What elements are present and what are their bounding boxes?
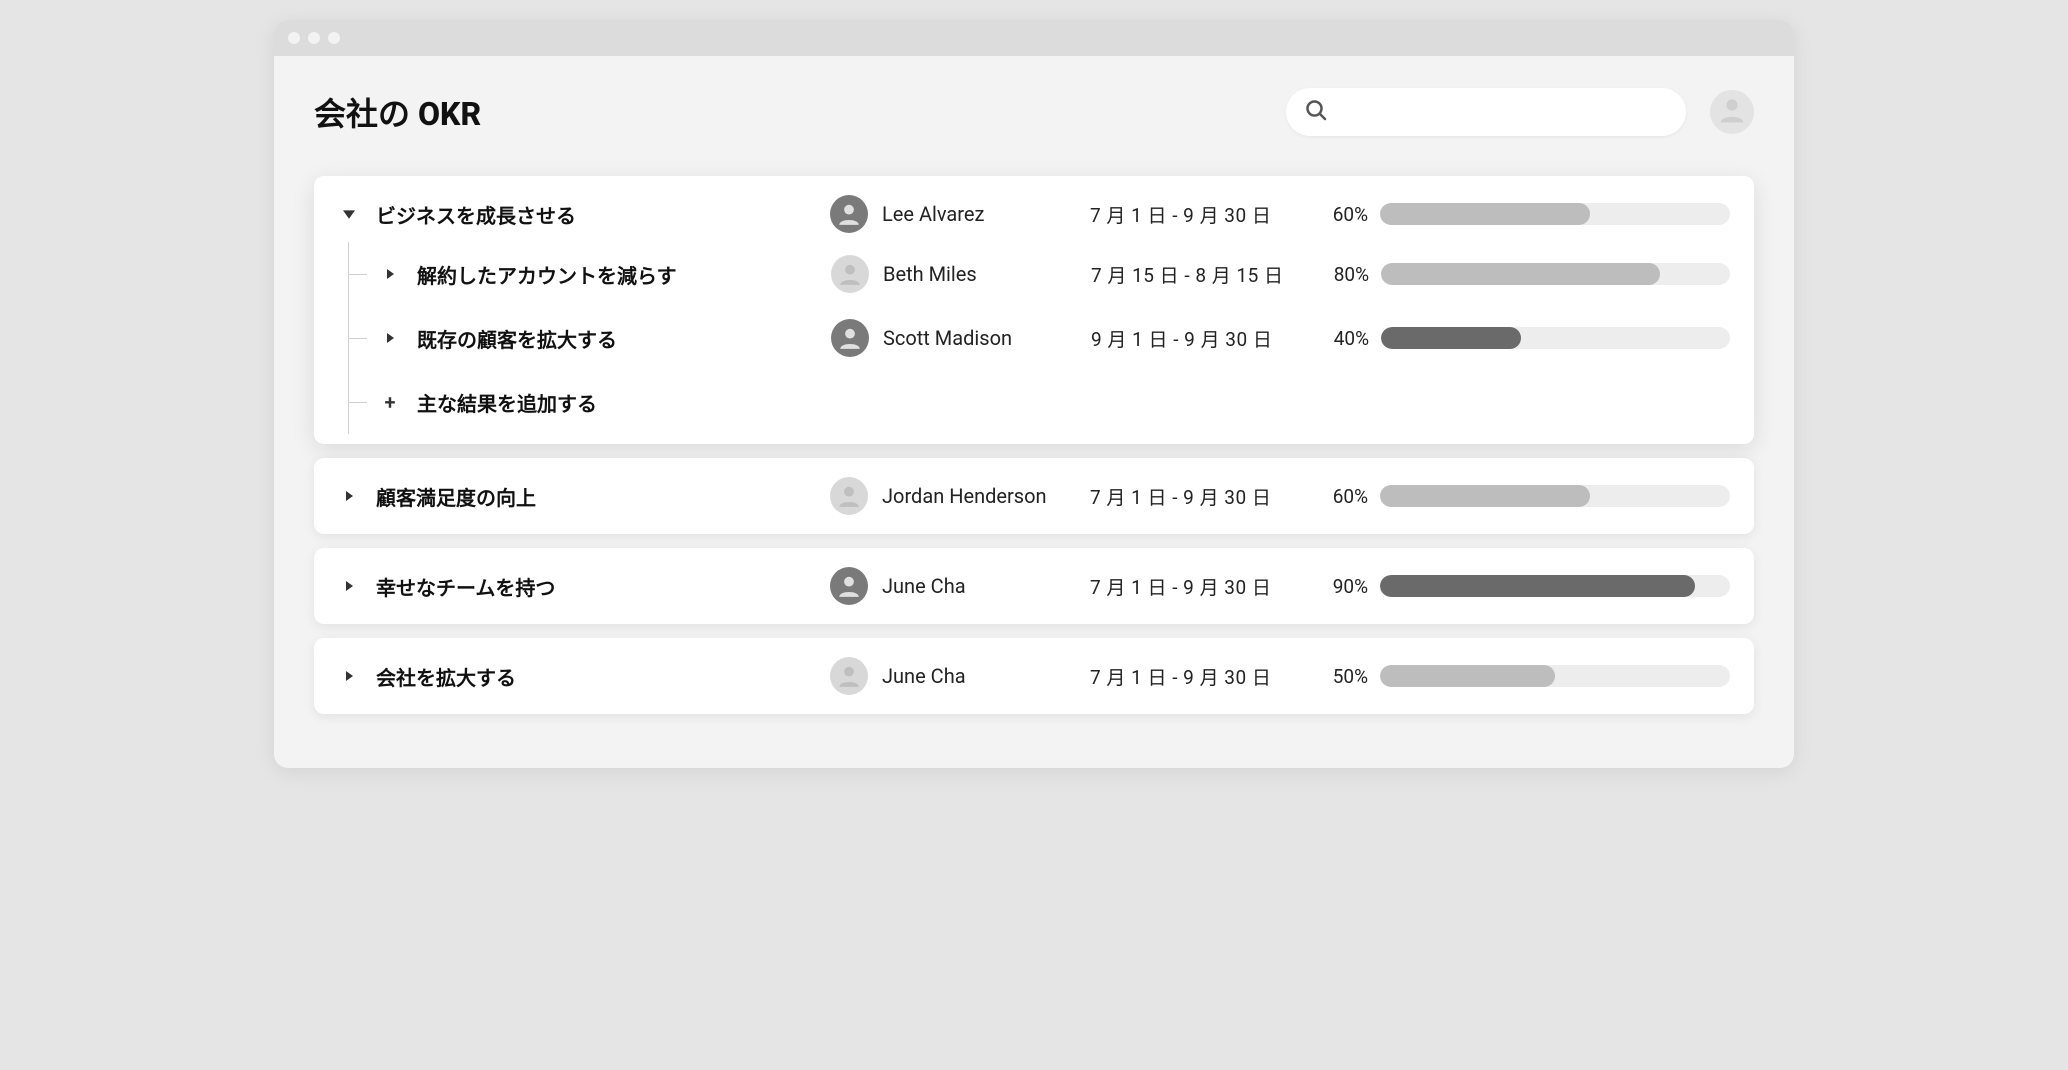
- progress-bar: [1380, 485, 1730, 507]
- user-icon: [1717, 95, 1747, 129]
- progress-fill: [1380, 575, 1695, 597]
- okr-row[interactable]: ビジネスを成長させる Lee Alvarez 7 月 1 日 - 9 月 30 …: [338, 186, 1730, 242]
- owner-name: June Cha: [882, 574, 966, 598]
- progress-bar: [1380, 665, 1730, 687]
- search-icon: [1304, 98, 1328, 126]
- window-title-bar: [274, 20, 1794, 56]
- okr-owner: June Cha: [830, 567, 1090, 605]
- okr-date: 7 月 1 日 - 9 月 30 日: [1090, 663, 1310, 690]
- chevron-right-icon[interactable]: [379, 333, 401, 343]
- key-result-owner: Beth Miles: [831, 255, 1091, 293]
- owner-name: June Cha: [882, 664, 966, 688]
- okr-owner: June Cha: [830, 657, 1090, 695]
- okr-date: 7 月 1 日 - 9 月 30 日: [1090, 201, 1310, 228]
- okr-row[interactable]: 顧客満足度の向上 Jordan Henderson 7 月 1 日 - 9 月 …: [338, 468, 1730, 524]
- okr-label: ビジネスを成長させる: [360, 200, 830, 229]
- okr-row[interactable]: 幸せなチームを持つ June Cha 7 月 1 日 - 9 月 30 日 90…: [338, 558, 1730, 614]
- avatar: [830, 477, 868, 515]
- owner-name: Scott Madison: [883, 326, 1012, 350]
- key-result-row[interactable]: 既存の顧客を拡大する Scott Madison 9 月 1 日 - 9 月 3…: [349, 306, 1730, 370]
- avatar: [830, 567, 868, 605]
- okr-label: 幸せなチームを持つ: [360, 572, 830, 601]
- owner-name: Beth Miles: [883, 262, 977, 286]
- progress-bar: [1380, 575, 1730, 597]
- progress-bar: [1381, 263, 1730, 285]
- key-result-percent: 80%: [1311, 263, 1381, 286]
- page-title: 会社の OKR: [314, 89, 1286, 135]
- window-control-minimize[interactable]: [308, 32, 320, 44]
- header: 会社の OKR: [314, 88, 1754, 136]
- okr-card: 会社を拡大する June Cha 7 月 1 日 - 9 月 30 日 50%: [314, 638, 1754, 714]
- okr-row[interactable]: 会社を拡大する June Cha 7 月 1 日 - 9 月 30 日 50%: [338, 648, 1730, 704]
- key-result-date: 7 月 15 日 - 8 月 15 日: [1091, 261, 1311, 288]
- key-result-owner: Scott Madison: [831, 319, 1091, 357]
- key-result-date: 9 月 1 日 - 9 月 30 日: [1091, 325, 1311, 352]
- progress-fill: [1381, 263, 1660, 285]
- okr-label: 会社を拡大する: [360, 662, 830, 691]
- key-result-percent: 40%: [1311, 327, 1381, 350]
- okr-percent: 50%: [1310, 665, 1380, 688]
- chevron-right-icon[interactable]: [379, 269, 401, 279]
- search-box[interactable]: [1286, 88, 1686, 136]
- progress-fill: [1380, 665, 1555, 687]
- okr-card: ビジネスを成長させる Lee Alvarez 7 月 1 日 - 9 月 30 …: [314, 176, 1754, 444]
- key-result-label: 解約したアカウントを減らす: [401, 260, 831, 289]
- okr-owner: Lee Alvarez: [830, 195, 1090, 233]
- okr-owner: Jordan Henderson: [830, 477, 1090, 515]
- okr-percent: 60%: [1310, 203, 1380, 226]
- chevron-right-icon[interactable]: [338, 491, 360, 501]
- app-window: 会社の OKR: [274, 20, 1794, 768]
- progress-fill: [1380, 485, 1590, 507]
- chevron-right-icon[interactable]: [338, 671, 360, 681]
- app-content: 会社の OKR: [274, 56, 1794, 768]
- progress-fill: [1381, 327, 1521, 349]
- avatar: [831, 319, 869, 357]
- okr-date: 7 月 1 日 - 9 月 30 日: [1090, 483, 1310, 510]
- okr-percent: 60%: [1310, 485, 1380, 508]
- progress-bar: [1381, 327, 1730, 349]
- chevron-right-icon[interactable]: [338, 581, 360, 591]
- key-results-list: 解約したアカウントを減らす Beth Miles 7 月 15 日 - 8 月 …: [348, 242, 1730, 434]
- add-key-result-label: 主な結果を追加する: [401, 388, 831, 417]
- progress-fill: [1380, 203, 1590, 225]
- avatar: [831, 255, 869, 293]
- owner-name: Lee Alvarez: [882, 202, 984, 226]
- avatar: [830, 657, 868, 695]
- window-control-maximize[interactable]: [328, 32, 340, 44]
- key-result-label: 既存の顧客を拡大する: [401, 324, 831, 353]
- add-key-result-row[interactable]: + 主な結果を追加する: [349, 370, 1730, 434]
- key-result-row[interactable]: 解約したアカウントを減らす Beth Miles 7 月 15 日 - 8 月 …: [349, 242, 1730, 306]
- search-input[interactable]: [1340, 102, 1668, 123]
- chevron-down-icon[interactable]: [338, 208, 360, 220]
- owner-name: Jordan Henderson: [882, 484, 1047, 508]
- progress-bar: [1380, 203, 1730, 225]
- okr-card: 顧客満足度の向上 Jordan Henderson 7 月 1 日 - 9 月 …: [314, 458, 1754, 534]
- plus-icon: +: [379, 390, 401, 414]
- okr-label: 顧客満足度の向上: [360, 482, 830, 511]
- okr-percent: 90%: [1310, 575, 1380, 598]
- avatar: [830, 195, 868, 233]
- okr-date: 7 月 1 日 - 9 月 30 日: [1090, 573, 1310, 600]
- window-control-close[interactable]: [288, 32, 300, 44]
- okr-card: 幸せなチームを持つ June Cha 7 月 1 日 - 9 月 30 日 90…: [314, 548, 1754, 624]
- current-user-avatar[interactable]: [1710, 90, 1754, 134]
